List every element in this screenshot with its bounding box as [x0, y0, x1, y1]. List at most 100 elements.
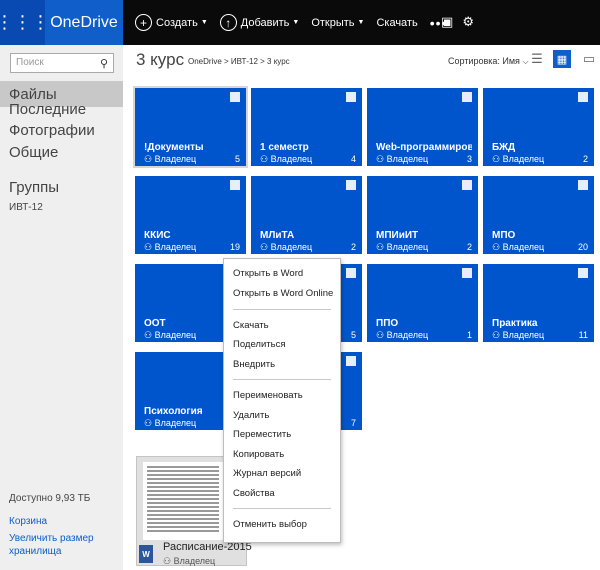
tile-owner: ⚇ Владелец	[144, 418, 197, 428]
word-file-icon: W	[139, 545, 153, 563]
nav-item-group[interactable]: ИВТ-12	[9, 202, 43, 213]
tile-count: 3	[466, 154, 472, 164]
tile-count: 11	[578, 330, 588, 340]
list-view-icon[interactable]: ☰	[528, 50, 546, 68]
menu-open-in-word[interactable]: Открыть в Word	[233, 268, 303, 279]
tile-owner: ⚇ Владелец	[492, 242, 545, 252]
storage-info: Доступно 9,93 ТБ	[9, 493, 91, 504]
tile-checkbox[interactable]	[346, 180, 356, 190]
tile-checkbox[interactable]	[230, 180, 240, 190]
tile-checkbox[interactable]	[346, 92, 356, 102]
folder-tile[interactable]: 1 семестр ⚇ Владелец 4	[251, 88, 362, 166]
tile-checkbox[interactable]	[462, 180, 472, 190]
upload-button[interactable]: ↑ Добавить ▼	[219, 0, 300, 45]
menu-divider	[233, 309, 331, 310]
tile-checkbox[interactable]	[230, 92, 240, 102]
upgrade-storage-link[interactable]: Увеличить размер хранилища	[9, 532, 109, 558]
tile-name: БЖД	[492, 142, 516, 153]
tile-count: 2	[582, 154, 588, 164]
tile-checkbox[interactable]	[578, 180, 588, 190]
tile-count: 20	[577, 242, 588, 252]
folder-tile[interactable]: МЛиТА ⚇ Владелец 2	[251, 176, 362, 254]
brand-logo[interactable]: OneDrive	[45, 0, 123, 45]
tile-owner: ⚇ Владелец	[492, 154, 545, 164]
menu-embed[interactable]: Внедрить	[233, 359, 275, 370]
chevron-down-icon: ▼	[292, 19, 300, 26]
tile-name: 1 семестр	[260, 142, 309, 153]
nav-item-shared[interactable]: Общие	[9, 144, 58, 161]
context-menu: Открыть в Word Открыть в Word Online Ска…	[223, 258, 341, 543]
chat-icon[interactable]: ▣	[441, 15, 453, 30]
recycle-bin-link[interactable]: Корзина	[9, 515, 47, 528]
tile-count: 1	[466, 330, 472, 340]
folder-tile[interactable]: !Документы ⚇ Владелец 5	[133, 86, 248, 168]
tile-count: 19	[229, 242, 240, 252]
page-title: 3 курс	[136, 50, 185, 69]
tile-checkbox[interactable]	[462, 92, 472, 102]
tile-checkbox[interactable]	[346, 356, 356, 366]
nav-item-recent[interactable]: Последние	[9, 101, 86, 118]
tile-owner: ⚇ Владелец	[144, 330, 197, 340]
groups-heading: Группы	[9, 179, 59, 196]
folder-tile[interactable]: ППО ⚇ Владелец 1	[367, 264, 478, 342]
sort-dropdown[interactable]: Сортировка: Имя ⌵	[448, 56, 529, 67]
menu-share[interactable]: Поделиться	[233, 339, 285, 350]
tile-name: МПИиИТ	[376, 230, 419, 241]
top-right-tools: ▣ ⚙	[441, 0, 600, 45]
menu-version-history[interactable]: Журнал версий	[233, 468, 301, 479]
gear-icon[interactable]: ⚙	[462, 15, 474, 30]
tile-checkbox[interactable]	[462, 268, 472, 278]
menu-divider	[233, 379, 331, 380]
menu-rename[interactable]: Переименовать	[233, 390, 303, 401]
app-launcher-icon[interactable]: ⋮⋮⋮	[0, 0, 50, 45]
menu-deselect[interactable]: Отменить выбор	[233, 519, 307, 530]
create-label: Создать	[156, 16, 198, 29]
document-thumbnail	[143, 462, 223, 540]
tile-name: МПО	[492, 230, 516, 241]
tile-checkbox[interactable]	[346, 268, 356, 278]
tiles-view-icon[interactable]: ▦	[553, 50, 571, 68]
chevron-down-icon: ▼	[357, 19, 365, 26]
chevron-down-icon: ▼	[200, 19, 208, 26]
menu-copy[interactable]: Копировать	[233, 449, 284, 460]
menu-delete[interactable]: Удалить	[233, 410, 269, 421]
tile-checkbox[interactable]	[578, 92, 588, 102]
nav-item-photos[interactable]: Фотографии	[9, 122, 95, 139]
tile-name: !Документы	[144, 142, 204, 153]
folder-tile[interactable]: Практика ⚇ Владелец 11	[483, 264, 594, 342]
breadcrumb[interactable]: OneDrive > ИВТ-12 > 3 курс	[188, 57, 290, 66]
open-button[interactable]: Открыть ▼	[311, 0, 364, 45]
menu-divider	[233, 508, 331, 509]
tile-count: 7	[350, 418, 356, 428]
tile-owner: ⚇ Владелец	[260, 242, 313, 252]
menu-move[interactable]: Переместить	[233, 429, 291, 440]
tile-owner: ⚇ Владелец	[376, 242, 429, 252]
download-button[interactable]: Скачать	[376, 0, 417, 45]
menu-download[interactable]: Скачать	[233, 320, 269, 331]
upload-label: Добавить	[240, 16, 290, 29]
folder-tile[interactable]: МПО ⚇ Владелец 20	[483, 176, 594, 254]
details-pane-icon[interactable]: ▭	[580, 50, 598, 68]
tile-owner: ⚇ Владелец	[492, 330, 545, 340]
folder-tile[interactable]: Web-программиров... ⚇ Владелец 3	[367, 88, 478, 166]
tile-name: МЛиТА	[260, 230, 295, 241]
plus-icon: +	[135, 14, 152, 31]
tile-count: 5	[350, 330, 356, 340]
tile-owner: ⚇ Владелец	[376, 330, 429, 340]
tile-owner: ⚇ Владелец	[376, 154, 429, 164]
create-button[interactable]: + Создать ▼	[135, 0, 208, 45]
tile-checkbox[interactable]	[578, 268, 588, 278]
folder-tile[interactable]: БЖД ⚇ Владелец 2	[483, 88, 594, 166]
menu-properties[interactable]: Свойства	[233, 488, 275, 499]
tile-count: 2	[350, 242, 356, 252]
search-icon[interactable]: ⚲	[96, 53, 112, 73]
tile-name: ППО	[376, 318, 399, 329]
upload-icon: ↑	[219, 14, 237, 31]
tile-owner: ⚇ Владелец	[144, 154, 197, 164]
menu-open-in-word-online[interactable]: Открыть в Word Online	[233, 288, 333, 299]
left-nav: Поиск ⚲ Файлы Последние Фотографии Общие…	[0, 45, 123, 570]
folder-tile[interactable]: МПИиИТ ⚇ Владелец 2	[367, 176, 478, 254]
document-owner: ⚇ Владелец	[163, 556, 216, 566]
folder-tile[interactable]: ККИС ⚇ Владелец 19	[135, 176, 246, 254]
top-bar: ⋮⋮⋮ OneDrive + Создать ▼ ↑ Добавить ▼ От…	[0, 0, 600, 45]
